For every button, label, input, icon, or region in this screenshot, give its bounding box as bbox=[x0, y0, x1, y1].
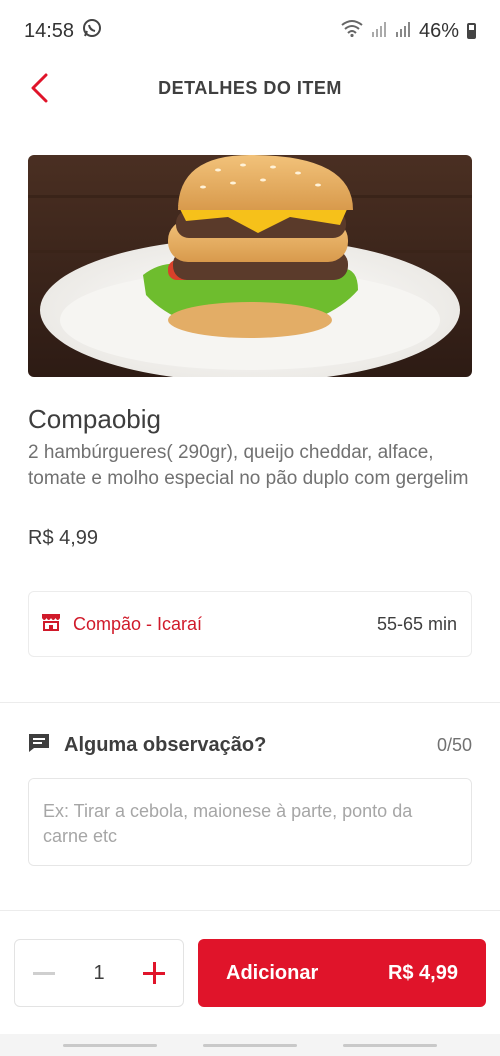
character-counter: 0/50 bbox=[436, 735, 472, 755]
back-nav-button[interactable] bbox=[343, 1044, 437, 1047]
whatsapp-icon bbox=[82, 18, 102, 44]
product-image bbox=[28, 155, 472, 377]
store-icon bbox=[41, 613, 61, 636]
burger-photo bbox=[28, 155, 472, 377]
page-title: DETALHES DO ITEM bbox=[158, 78, 342, 98]
wifi-icon bbox=[341, 19, 363, 43]
battery-level: 46% bbox=[418, 19, 459, 42]
status-right: 46% bbox=[341, 19, 476, 43]
decrease-quantity-button[interactable] bbox=[33, 971, 55, 975]
add-button-price: R$ 4,99 bbox=[387, 961, 458, 984]
quantity-stepper: 1 bbox=[14, 939, 184, 1007]
signal-icon bbox=[371, 20, 387, 43]
add-to-cart-button[interactable]: Adicionar R$ 4,99 bbox=[198, 939, 486, 1007]
comment-icon bbox=[28, 733, 50, 758]
status-left: 14:58 bbox=[24, 18, 102, 44]
product-description: 2 hambúrgueres( 290gr), queijo cheddar, … bbox=[28, 442, 469, 489]
home-button[interactable] bbox=[203, 1044, 297, 1047]
observation-input[interactable] bbox=[28, 778, 472, 866]
header: DETALHES DO ITEM bbox=[0, 62, 500, 118]
quantity-value: 1 bbox=[93, 961, 105, 984]
store-name: Compão - Icaraí bbox=[73, 613, 203, 634]
delivery-time: 55-65 min bbox=[376, 613, 457, 634]
bottom-bar: 1 Adicionar R$ 4,99 bbox=[0, 910, 500, 1034]
signal-icon bbox=[395, 20, 411, 43]
increase-quantity-button[interactable] bbox=[143, 962, 165, 984]
observation-title: Alguma observação? bbox=[64, 734, 267, 756]
status-time: 14:58 bbox=[24, 19, 75, 42]
battery-icon bbox=[467, 23, 476, 39]
recent-apps-button[interactable] bbox=[63, 1044, 157, 1047]
observation-header: Alguma observação? 0/50 bbox=[28, 733, 472, 758]
product-name: Compaobig bbox=[28, 404, 161, 434]
product-price: R$ 4,99 bbox=[28, 527, 99, 549]
status-bar: 14:58 46% bbox=[0, 0, 500, 62]
divider bbox=[0, 702, 500, 703]
store-card[interactable]: Compão - Icaraí 55-65 min bbox=[28, 591, 472, 657]
navigation-bar bbox=[0, 1034, 500, 1056]
add-button-label: Adicionar bbox=[226, 961, 319, 984]
